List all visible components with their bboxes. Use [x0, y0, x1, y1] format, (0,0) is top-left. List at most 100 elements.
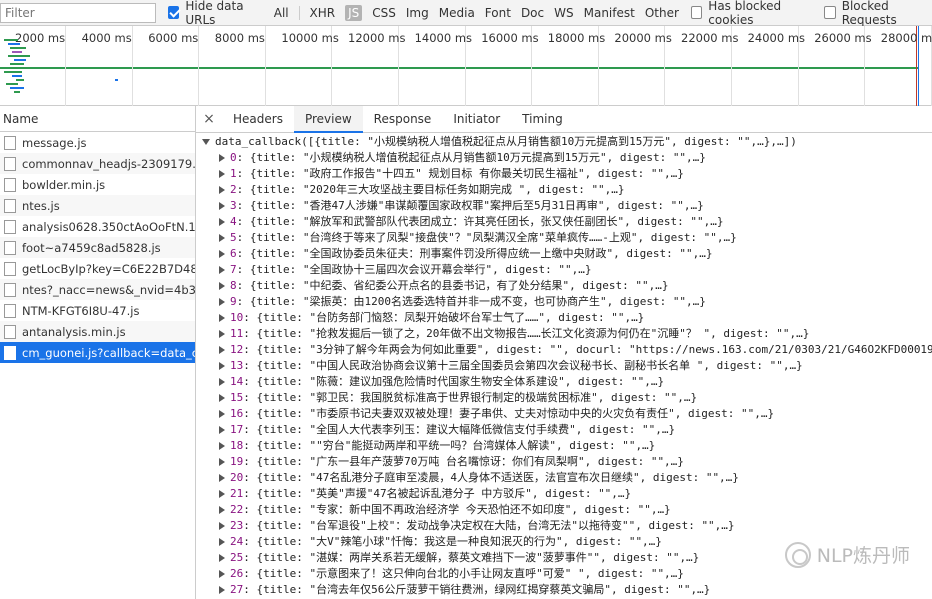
tab-initiator[interactable]: Initiator: [442, 106, 511, 133]
preview-item-line[interactable]: 15: {title: "郭卫民：我国脱贫标准高于世界银行制定的极端贫困标准",…: [196, 390, 932, 406]
tab-headers[interactable]: Headers: [222, 106, 294, 133]
timeline-tick: [65, 26, 66, 106]
tab-response[interactable]: Response: [363, 106, 443, 133]
filter-ws[interactable]: WS: [554, 6, 573, 20]
name-column-header[interactable]: Name: [0, 106, 195, 132]
request-row[interactable]: getLocByIp?key=C6E22B7D48...: [0, 258, 195, 279]
request-row[interactable]: foot~a7459c8ad5828.js: [0, 237, 195, 258]
file-icon: [4, 345, 16, 360]
has-blocked-cookies-label: Has blocked cookies: [708, 0, 782, 27]
preview-item-line[interactable]: 5: {title: "台湾终于等来了凤梨"接盘侠"？"凤梨满汉全席"菜单疯传……: [196, 230, 932, 246]
collapsed-triangle-icon[interactable]: [219, 441, 225, 450]
collapsed-triangle-icon[interactable]: [219, 153, 225, 162]
preview-item-line[interactable]: 11: {title: "抢救发掘后一锁了之，20年做不出文物报告……长江文化资…: [196, 326, 932, 342]
collapsed-triangle-icon[interactable]: [219, 345, 225, 354]
collapsed-triangle-icon[interactable]: [219, 297, 225, 306]
blocked-requests-checkbox[interactable]: Blocked Requests: [824, 0, 932, 27]
request-row[interactable]: antanalysis.min.js: [0, 321, 195, 342]
collapsed-triangle-icon[interactable]: [219, 217, 225, 226]
expand-triangle-icon[interactable]: [202, 138, 210, 145]
preview-item-line[interactable]: 10: {title: "台防务部门恼怒：凤梨开始破坏台军士气了……", dig…: [196, 310, 932, 326]
request-row[interactable]: ntes.js: [0, 195, 195, 216]
filter-media[interactable]: Media: [439, 6, 475, 20]
collapsed-triangle-icon[interactable]: [219, 249, 225, 258]
tab-timing[interactable]: Timing: [511, 106, 574, 133]
preview-item-line[interactable]: 7: {title: "全国政协十三届四次会议开幕会举行", digest: "…: [196, 262, 932, 278]
preview-item-line[interactable]: 4: {title: "解放军和武警部队代表团成立：许其亮任团长，张又侠任副团长…: [196, 214, 932, 230]
preview-content[interactable]: data_callback([{title: "小规模纳税人增值税起征点从月销售…: [196, 134, 932, 599]
collapsed-triangle-icon[interactable]: [219, 185, 225, 194]
close-icon[interactable]: ×: [196, 111, 222, 127]
filter-xhr[interactable]: XHR: [310, 6, 336, 20]
filter-css[interactable]: CSS: [372, 6, 396, 20]
preview-item-line[interactable]: 12: {title: "3分钟了解今年两会为何如此重要", digest: "…: [196, 342, 932, 358]
collapsed-triangle-icon[interactable]: [219, 569, 225, 578]
request-row[interactable]: analysis0628.350ctAoOoFtN.1.js: [0, 216, 195, 237]
filter-all[interactable]: All: [274, 6, 289, 20]
preview-item-line[interactable]: 6: {title: "全国政协委员朱征夫：刑事案件罚没所得应统一上缴中央财政"…: [196, 246, 932, 262]
collapsed-triangle-icon[interactable]: [219, 505, 225, 514]
collapsed-triangle-icon[interactable]: [219, 393, 225, 402]
preview-item-line[interactable]: 26: {title: "示意图来了！这只伸向台北的小手让网友直呼"可爱" ",…: [196, 566, 932, 582]
filter-other[interactable]: Other: [645, 6, 679, 20]
hide-data-urls-checkbox[interactable]: Hide data URLs: [168, 0, 264, 27]
request-row[interactable]: bowlder.min.js: [0, 174, 195, 195]
preview-item-line[interactable]: 16: {title: "市委原书记夫妻双双被处理！妻子串供、丈夫对惊动中央的火…: [196, 406, 932, 422]
collapsed-triangle-icon[interactable]: [219, 457, 225, 466]
collapsed-triangle-icon[interactable]: [219, 489, 225, 498]
collapsed-triangle-icon[interactable]: [219, 265, 225, 274]
request-row[interactable]: ntes?_nacc=news&_nvid=4b3...: [0, 279, 195, 300]
preview-item-index: 16: [230, 407, 244, 420]
collapsed-triangle-icon[interactable]: [219, 521, 225, 530]
collapsed-triangle-icon[interactable]: [219, 585, 225, 594]
preview-item-line[interactable]: 9: {title: "梁振英：由1200名选委选特首并非一成不变，也可协商产生…: [196, 294, 932, 310]
collapsed-triangle-icon[interactable]: [219, 425, 225, 434]
preview-item-line[interactable]: 8: {title: "中纪委、省纪委公开点名的县委书记，有了处分结果", di…: [196, 278, 932, 294]
preview-item-value: {title: "郭卫民：我国脱贫标准高于世界银行制定的极端贫困标准", dig…: [256, 391, 698, 404]
collapsed-triangle-icon[interactable]: [219, 313, 225, 322]
filter-js[interactable]: JS: [345, 4, 363, 21]
has-blocked-cookies-checkbox[interactable]: Has blocked cookies: [690, 0, 812, 27]
collapsed-triangle-icon[interactable]: [219, 169, 225, 178]
collapsed-triangle-icon[interactable]: [219, 473, 225, 482]
preview-item-line[interactable]: 21: {title: "英美"声援"47名被起诉乱港分子 中方驳斥", dig…: [196, 486, 932, 502]
preview-item-line[interactable]: 27: {title: "台湾去年仅56公斤菠萝干销往费洲，绿网红揭穿蔡英文骗局…: [196, 582, 932, 598]
preview-item-line[interactable]: 23: {title: "台军退役"上校"：发动战争决定权在大陆，台湾无法"以拖…: [196, 518, 932, 534]
preview-root-line[interactable]: data_callback([{title: "小规模纳税人增值税起征点从月销售…: [196, 134, 932, 150]
preview-item-line[interactable]: 17: {title: "全国人大代表李列玉：建议大幅降低微信支付手续费", d…: [196, 422, 932, 438]
preview-item-separator: :: [243, 583, 257, 596]
tab-preview[interactable]: Preview: [293, 105, 363, 133]
watermark: NLP炼丹师: [784, 541, 910, 568]
collapsed-triangle-icon[interactable]: [219, 361, 225, 370]
filter-img[interactable]: Img: [406, 6, 429, 20]
preview-item-line[interactable]: 20: {title: "47名乱港分子庭审至凌晨，4人身体不适送医，法官宣布次…: [196, 470, 932, 486]
collapsed-triangle-icon[interactable]: [219, 553, 225, 562]
preview-item-line[interactable]: 18: {title: ""穷台"能挺动两岸和平统一吗？台湾媒体人解读", di…: [196, 438, 932, 454]
waterfall-bar: [6, 83, 18, 85]
collapsed-triangle-icon[interactable]: [219, 233, 225, 242]
preview-item-line[interactable]: 2: {title: "2020年三大攻坚战主要目标任务如期完成 ", dige…: [196, 182, 932, 198]
preview-item-line[interactable]: 3: {title: "香港47人涉嫌"串谋颠覆国家政权罪"案押后至5月31日再…: [196, 198, 932, 214]
filter-input[interactable]: [0, 2, 156, 23]
collapsed-triangle-icon[interactable]: [219, 409, 225, 418]
collapsed-triangle-icon[interactable]: [219, 377, 225, 386]
preview-item-line[interactable]: 1: {title: "政府工作报告"十四五" 规划目标 有你最关切民生福祉",…: [196, 166, 932, 182]
collapsed-triangle-icon[interactable]: [219, 281, 225, 290]
filter-manifest[interactable]: Manifest: [584, 6, 635, 20]
preview-item-line[interactable]: 0: {title: "小规模纳税人增值税起征点从月销售额10万元提高到15万元…: [196, 150, 932, 166]
collapsed-triangle-icon[interactable]: [219, 201, 225, 210]
filter-doc[interactable]: Doc: [521, 6, 544, 20]
collapsed-triangle-icon[interactable]: [219, 329, 225, 338]
preview-item-line[interactable]: 13: {title: "中国人民政治协商会议第十三届全国委员会第四次会议秘书长…: [196, 358, 932, 374]
request-row[interactable]: NTM-KFGT6I8U-47.js: [0, 300, 195, 321]
timeline-overview[interactable]: 2000 ms 4000 ms 6000 ms 8000 ms 10000 ms 1200…: [0, 26, 932, 106]
request-row[interactable]: commonnav_headjs-2309179...: [0, 153, 195, 174]
preview-item-line[interactable]: 22: {title: "专家：新中国不再政治经济学 今天恐怕还不如印度", d…: [196, 502, 932, 518]
request-row[interactable]: cm_guonei.js?callback=data_c...: [0, 342, 195, 363]
preview-item-line[interactable]: 14: {title: "陈薇：建议加强危险情时代国家生物安全体系建设", di…: [196, 374, 932, 390]
filter-font[interactable]: Font: [485, 6, 511, 20]
collapsed-triangle-icon[interactable]: [219, 537, 225, 546]
preview-item-line[interactable]: 19: {title: "广东一县年产菠萝70万吨 台名嘴惊讶：你们有凤梨啊",…: [196, 454, 932, 470]
request-row[interactable]: message.js: [0, 132, 195, 153]
timeline-tick-label: 26000 ms: [814, 31, 872, 45]
